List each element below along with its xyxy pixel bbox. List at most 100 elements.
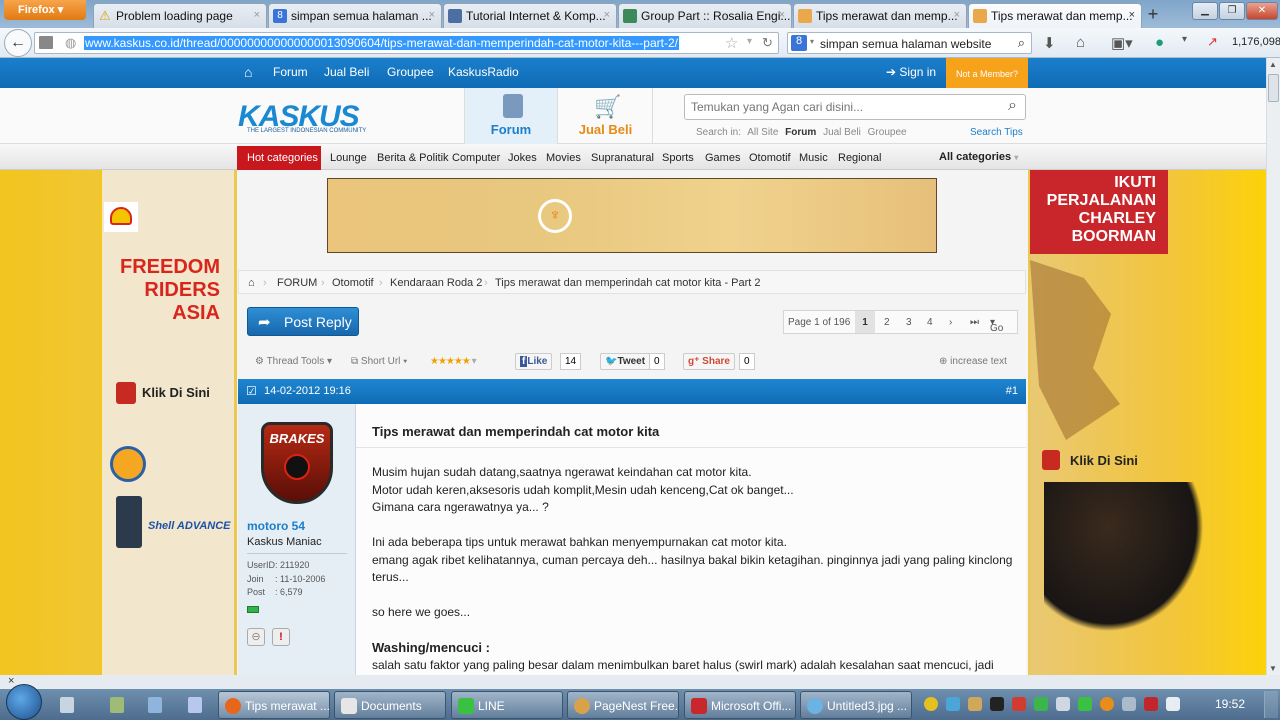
post-number-link[interactable]: #1 (1006, 385, 1018, 397)
tab-group-part[interactable]: Group Part :: Rosalia Engi... × (618, 3, 792, 28)
home-icon[interactable]: ⌂ (1076, 34, 1085, 51)
facebook-like-button[interactable]: f Like (515, 353, 553, 370)
category-berita-politik[interactable]: Berita & Politik (377, 152, 449, 164)
category-sports[interactable]: Sports (662, 152, 694, 164)
tray-icon-app[interactable] (1122, 697, 1136, 711)
page-link[interactable]: 2 (884, 317, 890, 328)
breadcrumb-forum[interactable]: FORUM (277, 277, 317, 289)
user-avatar[interactable]: BRAKES (261, 422, 333, 504)
search-tips-link[interactable]: Search Tips (970, 127, 1023, 138)
tab-google-search[interactable]: 8 simpan semua halaman ... × (268, 3, 442, 28)
breadcrumb-kendaraan-roda-2[interactable]: Kendaraan Roda 2 (390, 277, 482, 289)
action-center-icon[interactable] (1166, 697, 1180, 711)
restore-button[interactable]: ❐ (1219, 2, 1245, 20)
last-page-icon[interactable]: ⏭ (970, 317, 979, 328)
firefox-menu-button[interactable]: Firefox ▾ (4, 0, 86, 20)
all-categories-dropdown[interactable]: All categories ▾ (939, 151, 1018, 163)
power-icon[interactable] (1144, 697, 1158, 711)
post-reply-button[interactable]: ➦ Post Reply (247, 307, 359, 336)
site-search-input[interactable] (685, 95, 985, 119)
url-bar[interactable]: ◍ www.kaskus.co.id/thread/00000000000000… (34, 32, 779, 54)
next-page-icon[interactable]: › (949, 317, 952, 328)
right-ad-banner[interactable]: IKUTI PERJALANAN CHARLEY BOORMAN Klik Di… (1030, 170, 1266, 675)
search-icon[interactable]: ⌕ (1008, 97, 1017, 115)
new-tab-button[interactable]: + (1141, 4, 1165, 26)
system-clock[interactable]: 19:52 (1215, 697, 1245, 711)
category-otomotif[interactable]: Otomotif (749, 152, 791, 164)
user-status-icon[interactable]: ⊖ (247, 628, 265, 646)
close-tab-icon[interactable]: × (604, 9, 610, 21)
tray-icon-app[interactable] (990, 697, 1004, 711)
tray-icon-app[interactable] (1034, 697, 1048, 711)
tab-kaskus-1[interactable]: Tips merawat dan memp... × (793, 3, 967, 28)
search-icon[interactable]: ⌕ (1018, 35, 1025, 51)
scroll-up-icon[interactable]: ▲ (1269, 60, 1277, 69)
left-ad-cta[interactable]: Klik Di Sini (142, 385, 210, 400)
search-in-jual-beli[interactable]: Jual Beli (823, 127, 861, 138)
scroll-down-icon[interactable]: ▼ (1269, 664, 1277, 673)
search-box-value[interactable]: simpan semua halaman website (820, 37, 991, 51)
right-ad-cta[interactable]: Klik Di Sini (1070, 453, 1138, 468)
task-microsoft-office[interactable]: Microsoft Offi... (684, 691, 796, 719)
not-a-member-button[interactable]: Not a Member? (946, 58, 1028, 88)
close-window-button[interactable]: ✕ (1246, 2, 1278, 20)
page-link[interactable]: 4 (927, 317, 933, 328)
downloads-icon[interactable]: ⬇ (1043, 34, 1056, 52)
engine-dropdown-icon[interactable]: ▾ (810, 37, 814, 46)
google-plus-share-button[interactable]: g⁺ Share (683, 353, 735, 370)
left-ad-banner[interactable]: FREEDOM RIDERS ASIA Klik Di Sini Shell A… (100, 170, 234, 675)
short-url-dropdown[interactable]: ⧉ Short Url ▾ (351, 356, 407, 367)
task-firefox[interactable]: Tips merawat ... (218, 691, 330, 719)
category-regional[interactable]: Regional (838, 152, 881, 164)
topnav-jual-beli[interactable]: Jual Beli (324, 65, 369, 79)
task-pagenest[interactable]: PageNest Free... (567, 691, 679, 719)
category-supranatural[interactable]: Supranatural (591, 152, 654, 164)
home-icon[interactable]: ⌂ (248, 277, 255, 289)
close-tab-icon[interactable]: × (429, 9, 435, 21)
task-documents[interactable]: Documents (334, 691, 446, 719)
start-button[interactable] (6, 684, 42, 720)
home-icon[interactable]: ⌂ (244, 64, 252, 80)
thread-rating-stars[interactable]: ★★★★★ ▾ (430, 356, 477, 367)
addon-dropdown-icon[interactable]: ▾ (1182, 34, 1187, 45)
google-engine-icon[interactable]: 8 (791, 35, 807, 51)
search-in-forum[interactable]: Forum (785, 127, 816, 138)
top-ad-banner[interactable]: ♆ (327, 178, 937, 253)
topnav-kaskusradio[interactable]: KaskusRadio (448, 65, 519, 79)
category-jokes[interactable]: Jokes (508, 152, 537, 164)
scrollbar-thumb[interactable] (1268, 74, 1279, 102)
category-games[interactable]: Games (705, 152, 740, 164)
search-in-groupee[interactable]: Groupee (868, 127, 907, 138)
tweet-button[interactable]: 🐦Tweet (600, 353, 651, 370)
task-image-viewer[interactable]: Untitled3.jpg ... (800, 691, 912, 719)
show-desktop-button[interactable] (1264, 691, 1278, 718)
category-music[interactable]: Music (799, 152, 828, 164)
volume-muted-icon[interactable] (1056, 697, 1070, 711)
tab-problem-loading[interactable]: ⚠ Problem loading page × (93, 3, 267, 28)
bookmark-star-icon[interactable]: ☆ (725, 34, 738, 52)
close-tab-icon[interactable]: × (1129, 9, 1135, 21)
bookmarks-icon[interactable]: ▣▾ (1111, 34, 1133, 52)
tray-icon-line[interactable] (1078, 697, 1092, 711)
reload-icon[interactable]: ↻ (762, 35, 773, 51)
tab-kaskus-active[interactable]: Tips merawat dan memp... × (968, 3, 1142, 28)
close-tab-icon[interactable]: × (779, 9, 785, 21)
header-tab-forum[interactable]: Forum (464, 88, 558, 144)
category-lounge[interactable]: Lounge (330, 152, 367, 164)
go-page-dropdown[interactable]: Go ▾ (990, 317, 1003, 334)
sign-in-link[interactable]: ➔ Sign in (886, 65, 936, 79)
topnav-groupee[interactable]: Groupee (387, 65, 434, 79)
tray-icon-app[interactable] (1012, 697, 1026, 711)
history-dropdown-icon[interactable]: ▾ (747, 36, 752, 47)
checkbox-icon[interactable]: ☑ (246, 384, 257, 398)
page-link[interactable]: 3 (906, 317, 912, 328)
thread-tools-dropdown[interactable]: ⚙ Thread Tools ▾ (255, 356, 332, 367)
pen-tool-icon[interactable] (188, 697, 202, 713)
username-link[interactable]: motoro 54 (247, 519, 305, 533)
tray-icon-dropbox[interactable] (946, 697, 960, 711)
page-info-icon[interactable] (39, 36, 53, 49)
report-icon[interactable]: ! (272, 628, 290, 646)
page-link-current[interactable]: 1 (855, 311, 875, 333)
header-tab-jual-beli[interactable]: 🛒 Jual Beli (559, 88, 653, 144)
url-text[interactable]: www.kaskus.co.id/thread/0000000000000000… (84, 36, 679, 50)
